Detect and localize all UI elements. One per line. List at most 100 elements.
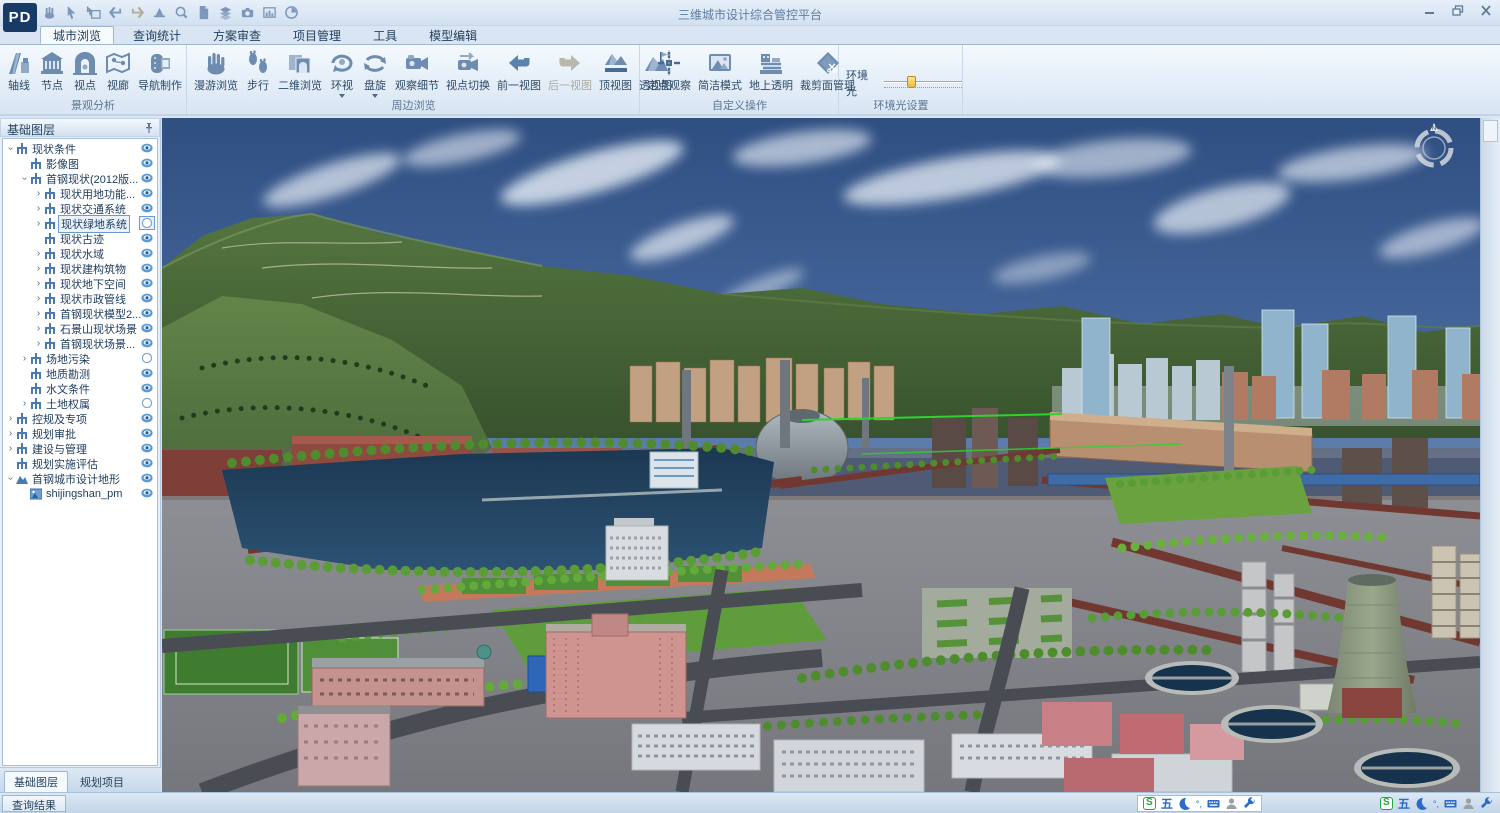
visibility-toggle[interactable] <box>139 396 155 410</box>
ribbon-button-top-view[interactable]: 顶视图 <box>596 48 635 95</box>
viewport-3d-scene[interactable]: N <box>162 118 1480 792</box>
visibility-toggle[interactable] <box>139 291 155 305</box>
pin-icon[interactable] <box>144 122 154 134</box>
ribbon-button-previous-view[interactable]: 前一视图 <box>494 48 544 95</box>
settings-wrench-icon[interactable] <box>1480 797 1493 810</box>
visibility-toggle[interactable] <box>139 411 155 425</box>
expander-icon[interactable]: › <box>5 143 16 154</box>
visibility-toggle[interactable] <box>139 471 155 485</box>
layer-tree-item[interactable]: 影像图 <box>3 156 157 171</box>
visibility-toggle[interactable] <box>139 366 155 380</box>
expander-icon[interactable]: › <box>5 443 16 454</box>
slider-thumb[interactable] <box>907 76 916 88</box>
layer-tree-item[interactable]: ›现状地下空间 <box>3 276 157 291</box>
visibility-toggle[interactable] <box>139 186 155 200</box>
punctuation-icon[interactable]: °, <box>1433 799 1439 809</box>
expander-icon[interactable]: › <box>5 473 16 484</box>
expander-icon[interactable]: › <box>33 248 44 259</box>
wubi-mode-icon[interactable]: 五 <box>1161 795 1173 812</box>
minimize-button[interactable] <box>1424 5 1436 16</box>
ribbon-button-axis[interactable]: 轴线 <box>3 48 35 95</box>
layer-tree-item[interactable]: 地质勘测 <box>3 366 157 381</box>
ambient-light-slider[interactable] <box>884 76 962 90</box>
visibility-toggle[interactable] <box>139 306 155 320</box>
visibility-toggle[interactable] <box>139 141 155 155</box>
query-results-button[interactable]: 查询结果 <box>2 795 66 812</box>
layer-tree-item[interactable]: ›石景山现状场景 <box>3 321 157 336</box>
ribbon-button-nav-authoring[interactable]: 导航制作 <box>135 48 185 95</box>
layer-tree-item[interactable]: ›控规及专项 <box>3 411 157 426</box>
expander-icon[interactable]: › <box>5 413 16 424</box>
tab-city-browse[interactable]: 城市浏览 <box>40 26 114 44</box>
visibility-toggle[interactable] <box>139 486 155 500</box>
visibility-toggle[interactable] <box>139 276 155 290</box>
ribbon-button-walk[interactable]: 步行 <box>242 48 274 95</box>
settings-wrench-icon[interactable] <box>1243 797 1256 810</box>
expander-icon[interactable]: › <box>33 203 44 214</box>
layer-tree-item[interactable]: ›现状用地功能... <box>3 186 157 201</box>
layer-tree-item[interactable]: ›现状水域 <box>3 246 157 261</box>
visibility-toggle[interactable] <box>139 336 155 350</box>
right-panel-collapse-button[interactable] <box>1483 120 1498 142</box>
visibility-toggle[interactable] <box>139 456 155 470</box>
layer-tree-item[interactable]: ›现状条件 <box>3 141 157 156</box>
layer-tree-item[interactable]: ›首钢现状场景... <box>3 336 157 351</box>
visibility-toggle[interactable] <box>139 231 155 245</box>
visibility-toggle[interactable] <box>139 426 155 440</box>
layer-tree-item[interactable]: 现状古迹 <box>3 231 157 246</box>
ribbon-button-hover[interactable]: 盘旋 <box>359 48 391 100</box>
restore-button[interactable] <box>1452 5 1464 16</box>
expander-icon[interactable]: › <box>33 293 44 304</box>
expander-icon[interactable]: › <box>33 338 44 349</box>
expander-icon[interactable]: › <box>33 218 44 229</box>
visibility-toggle[interactable] <box>139 381 155 395</box>
layer-tree-item-selected[interactable]: ›现状绿地系统 <box>3 216 157 231</box>
layer-tree-item[interactable]: shijingshan_pm <box>3 486 157 501</box>
ribbon-button-view-corridor[interactable]: 视廊 <box>102 48 134 95</box>
wubi-mode-icon[interactable]: 五 <box>1398 795 1410 812</box>
punctuation-icon[interactable]: °, <box>1196 799 1202 809</box>
layer-tree-item[interactable]: ›现状建构筑物 <box>3 261 157 276</box>
ribbon-button-observe-detail[interactable]: 观察细节 <box>392 48 442 95</box>
visibility-toggle[interactable] <box>139 201 155 215</box>
expander-icon[interactable]: › <box>5 428 16 439</box>
layer-tree-item[interactable]: ›场地污染 <box>3 351 157 366</box>
tab-project-management[interactable]: 项目管理 <box>280 26 354 44</box>
layer-tree-item[interactable]: ›建设与管理 <box>3 441 157 456</box>
expander-icon[interactable]: › <box>33 278 44 289</box>
soft-keyboard-icon[interactable] <box>1444 797 1457 810</box>
visibility-toggle[interactable] <box>139 261 155 275</box>
expander-icon[interactable]: › <box>33 308 44 319</box>
layer-tree-item[interactable]: ›首钢现状(2012版... <box>3 171 157 186</box>
ribbon-button-viewpoint[interactable]: 视点 <box>69 48 101 95</box>
tab-planning-projects[interactable]: 规划项目 <box>70 771 134 794</box>
app-logo[interactable]: PD <box>3 3 37 32</box>
ribbon-button-fixed-observe[interactable]: 定点观察 <box>644 48 694 95</box>
tab-plan-review[interactable]: 方案审查 <box>200 26 274 44</box>
ribbon-button-2d-browse[interactable]: 二维浏览 <box>275 48 325 95</box>
compass-widget[interactable]: N <box>1410 122 1458 170</box>
layer-tree-item[interactable]: ›土地权属 <box>3 396 157 411</box>
tab-query-statistics[interactable]: 查询统计 <box>120 26 194 44</box>
layer-tree-item[interactable]: 水文条件 <box>3 381 157 396</box>
half-moon-icon[interactable] <box>1415 797 1428 810</box>
tab-tools[interactable]: 工具 <box>360 26 410 44</box>
sogou-logo-icon[interactable]: S <box>1143 797 1156 810</box>
ribbon-button-viewpoint-switch[interactable]: 视点切换 <box>443 48 493 95</box>
expander-icon[interactable]: › <box>19 353 30 364</box>
layer-tree-item[interactable]: ›首钢城市设计地形 <box>3 471 157 486</box>
layer-tree-item[interactable]: 规划实施评估 <box>3 456 157 471</box>
expander-icon[interactable]: › <box>33 323 44 334</box>
close-button[interactable] <box>1480 5 1492 16</box>
layer-tree-item[interactable]: ›规划审批 <box>3 426 157 441</box>
tab-model-edit[interactable]: 模型编辑 <box>416 26 490 44</box>
visibility-toggle[interactable] <box>139 156 155 170</box>
user-account-icon[interactable] <box>1462 797 1475 810</box>
expander-icon[interactable]: › <box>33 188 44 199</box>
layer-tree-item[interactable]: ›首钢现状模型2... <box>3 306 157 321</box>
ribbon-button-look-around[interactable]: 环视 <box>326 48 358 100</box>
ribbon-button-roam[interactable]: 漫游浏览 <box>191 48 241 95</box>
tab-base-layers[interactable]: 基础图层 <box>4 771 68 793</box>
visibility-toggle[interactable] <box>139 216 155 230</box>
ribbon-button-simple-mode[interactable]: 简洁模式 <box>695 48 745 95</box>
